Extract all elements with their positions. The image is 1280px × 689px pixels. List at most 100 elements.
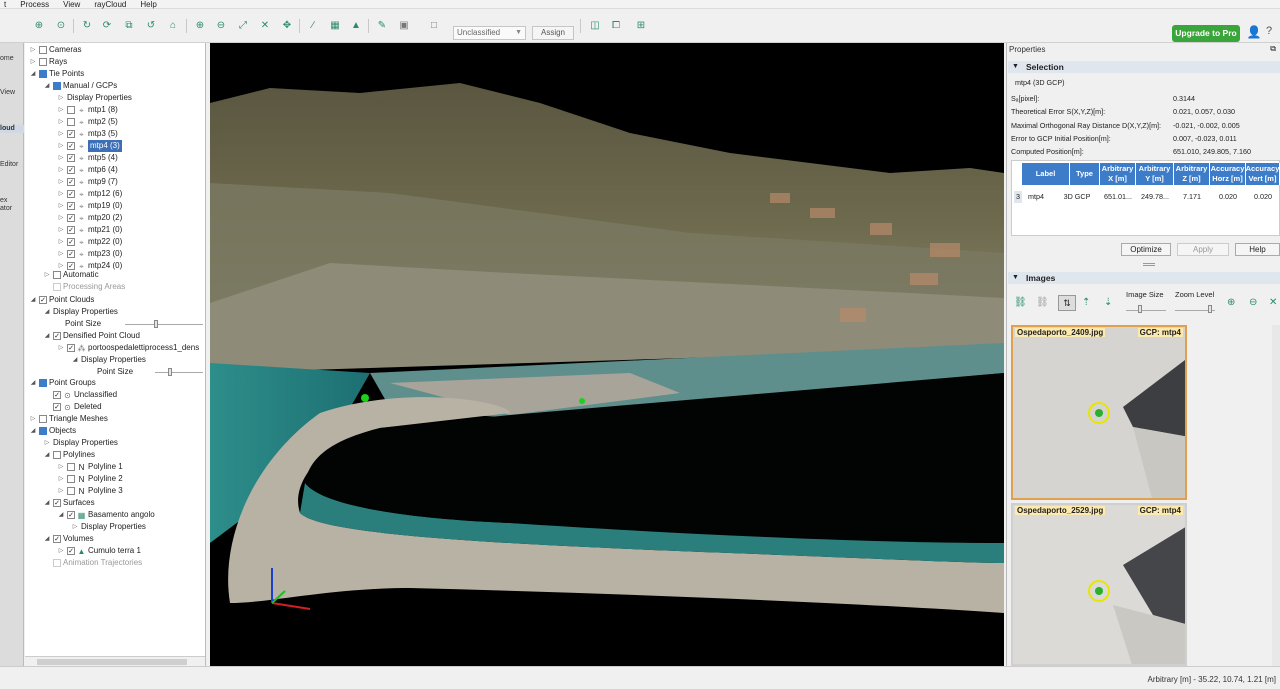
pan-icon[interactable]: ✥ <box>280 18 294 32</box>
tree-mtp-item[interactable]: ▷ ⌖ mtp1 (8) <box>57 104 118 116</box>
tree-mtp-item[interactable]: ▷ ✓ ⌖ mtp19 (0) <box>57 200 123 212</box>
image-size-slider[interactable] <box>1126 310 1166 311</box>
class-select[interactable]: Unclassified ▼ <box>453 26 526 40</box>
zoom-in-icon[interactable]: ⊕ <box>193 18 207 32</box>
col-type[interactable]: Type <box>1070 163 1100 185</box>
select-box-icon[interactable]: □ <box>427 18 441 32</box>
tree-mtp-item[interactable]: ▷ ✓ ⌖ mtp4 (3) <box>57 140 122 152</box>
user-icon[interactable]: 👤 <box>1246 25 1262 41</box>
sidebar-item-raycloud[interactable]: loud <box>0 125 24 133</box>
checkbox[interactable]: ✓ <box>67 154 75 162</box>
point-size-slider[interactable] <box>125 324 203 325</box>
tree-manual-gcps[interactable]: ◢ Manual / GCPs <box>43 80 117 92</box>
tree-densified[interactable]: ◢ ✓ Densified Point Cloud <box>43 330 140 342</box>
checkbox[interactable]: ✓ <box>67 238 75 246</box>
fit-view-icon[interactable]: ⤢ <box>236 18 250 32</box>
cell-z[interactable]: 7.171 <box>1174 191 1210 203</box>
sort-asc-icon[interactable]: ⇡ <box>1082 297 1090 308</box>
checkbox[interactable]: ✓ <box>67 226 75 234</box>
tree-horizontal-scrollbar[interactable] <box>25 656 205 666</box>
tree-cameras[interactable]: ▷ Cameras <box>29 44 81 56</box>
tree-pc-display-properties[interactable]: ◢ Display Properties <box>43 306 118 318</box>
tree-mtp-item[interactable]: ▷ ⌖ mtp2 (5) <box>57 116 118 128</box>
upgrade-button[interactable]: Upgrade to Pro <box>1172 25 1240 42</box>
optimize-button[interactable]: Optimize <box>1121 243 1171 256</box>
tree-rays[interactable]: ▷ Rays <box>29 56 67 68</box>
checkbox[interactable] <box>67 106 75 114</box>
checkbox[interactable]: ✓ <box>67 202 75 210</box>
tree-surf-display-properties[interactable]: ▷ Display Properties <box>71 521 146 533</box>
network-icon[interactable]: ⊞ <box>634 18 648 32</box>
splitter-handle[interactable] <box>1143 263 1155 266</box>
images-header[interactable]: ▼ Images <box>1008 272 1280 284</box>
tree-polyline-3[interactable]: ▷ N Polyline 3 <box>57 485 123 497</box>
checkbox[interactable]: ✓ <box>67 190 75 198</box>
tree-polylines[interactable]: ◢ Polylines <box>43 449 95 461</box>
rotate-icon[interactable]: ↻ <box>80 18 94 32</box>
tree-display-properties[interactable]: ▷ Display Properties <box>57 92 132 104</box>
tree-dense-file[interactable]: ▷ ✓ ⁂ portoospedalettiprocess1_dens <box>57 342 200 354</box>
selection-header[interactable]: ▼ Selection <box>1008 61 1280 73</box>
refresh-icon[interactable]: ⟳ <box>100 18 114 32</box>
tree-point-clouds[interactable]: ◢ ✓ Point Clouds <box>29 294 94 306</box>
checkbox[interactable] <box>67 118 75 126</box>
checkbox[interactable]: ✓ <box>67 130 75 138</box>
tree-polyline-2[interactable]: ▷ N Polyline 2 <box>57 473 123 485</box>
tree-mtp-item[interactable]: ▷ ✓ ⌖ mtp22 (0) <box>57 236 123 248</box>
class-icon[interactable]: ▣ <box>397 18 411 32</box>
3d-viewer[interactable] <box>210 43 1004 666</box>
cell-label[interactable]: mtp4 <box>1022 191 1050 203</box>
sidebar-item-home[interactable]: ome <box>0 55 24 63</box>
window-icon[interactable]: ⧠ <box>609 18 623 32</box>
basket-icon[interactable]: ⌂ <box>166 18 180 32</box>
cell-acc-horz[interactable]: 0.020 <box>1210 191 1246 203</box>
zoom-out-icon[interactable]: ⊖ <box>1249 297 1257 308</box>
checkbox[interactable]: ✓ <box>67 250 75 258</box>
col-y[interactable]: Arbitrary Y [m] <box>1136 163 1174 185</box>
tree-mtp-item[interactable]: ▷ ✓ ⌖ mtp9 (7) <box>57 176 118 188</box>
tree-unclassified[interactable]: ✓ ⊙ Unclassified <box>43 389 117 401</box>
tree-mtp-item[interactable]: ▷ ✓ ⌖ mtp12 (6) <box>57 188 123 200</box>
zoom-extent-icon[interactable]: ✕ <box>258 18 272 32</box>
tree-processing-areas[interactable]: Processing Areas <box>43 281 125 293</box>
tree-mtp-item[interactable]: ▷ ✓ ⌖ mtp24 (0) <box>57 260 123 272</box>
tree-cumulo[interactable]: ▷ ✓ ▲ Cumulo terra 1 <box>57 545 141 557</box>
float-icon[interactable]: ⧉ <box>1270 44 1276 54</box>
checkbox[interactable]: ✓ <box>67 142 75 150</box>
dense-point-size-slider-handle[interactable] <box>168 368 172 376</box>
tree-obj-display-properties[interactable]: ▷ Display Properties <box>43 437 118 449</box>
tree-dense-display-properties[interactable]: ◢ Display Properties <box>71 354 146 366</box>
redo-icon[interactable]: ↺ <box>144 18 158 32</box>
tree-mtp-item[interactable]: ▷ ✓ ⌖ mtp3 (5) <box>57 128 118 140</box>
polyline-icon[interactable]: ∕ <box>306 18 320 32</box>
checkbox[interactable]: ✓ <box>67 214 75 222</box>
tree-mtp-item[interactable]: ▷ ✓ ⌖ mtp23 (0) <box>57 248 123 260</box>
menu-process[interactable]: Process <box>20 0 49 9</box>
tree-polyline-1[interactable]: ▷ N Polyline 1 <box>57 461 123 473</box>
new-project-icon[interactable]: ⊕ <box>32 18 46 32</box>
unlink-icon[interactable]: ⛓ <box>1036 297 1049 308</box>
volume-icon[interactable]: ▲ <box>349 18 363 32</box>
zoom-in-icon[interactable]: ⊕ <box>1227 297 1235 308</box>
tree-mtp-item[interactable]: ▷ ✓ ⌖ mtp20 (2) <box>57 212 123 224</box>
layout-icon[interactable]: ◫ <box>588 18 602 32</box>
dense-point-size-slider[interactable] <box>155 372 203 373</box>
col-acc-vert[interactable]: Accuracy Vert [m] <box>1246 163 1280 185</box>
zoom-level-slider-handle[interactable] <box>1208 305 1212 313</box>
tree-basamento[interactable]: ◢ ✓ ▦ Basamento angolo <box>57 509 155 521</box>
checkbox[interactable]: ✓ <box>67 262 75 270</box>
col-x[interactable]: Arbitrary X [m] <box>1100 163 1136 185</box>
col-label[interactable]: Label <box>1022 163 1070 185</box>
copy-icon[interactable]: ⧉ <box>122 18 136 32</box>
gcp-table[interactable]: Label Type Arbitrary X [m] Arbitrary Y [… <box>1011 160 1280 236</box>
scrollbar-thumb[interactable] <box>37 659 187 665</box>
tree-triangle-meshes[interactable]: ▷ Triangle Meshes <box>29 413 108 425</box>
tree-mtp-item[interactable]: ▷ ✓ ⌖ mtp6 (4) <box>57 164 118 176</box>
tree-objects[interactable]: ◢ Objects <box>29 425 76 437</box>
checkbox[interactable]: ✓ <box>67 178 75 186</box>
tree-surfaces[interactable]: ◢ ✓ Surfaces <box>43 497 95 509</box>
tree-mtp-item[interactable]: ▷ ✓ ⌖ mtp21 (0) <box>57 224 123 236</box>
col-z[interactable]: Arbitrary Z [m] <box>1174 163 1210 185</box>
surface-icon[interactable]: ▦ <box>328 18 342 32</box>
tree-volumes[interactable]: ◢ ✓ Volumes <box>43 533 94 545</box>
